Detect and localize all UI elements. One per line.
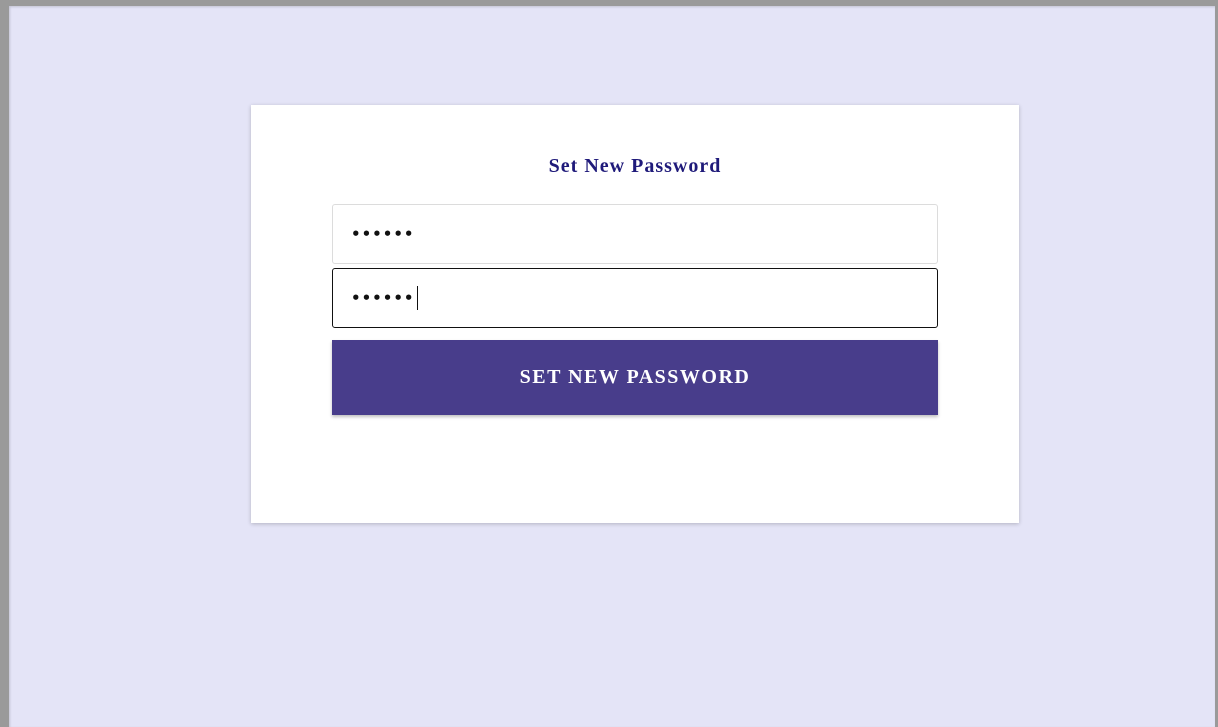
text-cursor (416, 286, 418, 310)
reset-password-card: Set New Password •••••• •••••• SET NEW P… (251, 105, 1019, 523)
set-new-password-button[interactable]: SET NEW PASSWORD (332, 340, 938, 415)
confirm-password-input[interactable]: •••••• (332, 268, 938, 328)
new-password-input[interactable]: •••••• (332, 204, 938, 264)
page-background: Set New Password •••••• •••••• SET NEW P… (9, 6, 1215, 727)
window-frame: Set New Password •••••• •••••• SET NEW P… (0, 0, 1218, 727)
form-title: Set New Password (548, 155, 722, 177)
confirm-password-value: •••••• (351, 289, 415, 307)
new-password-value: •••••• (351, 225, 415, 243)
